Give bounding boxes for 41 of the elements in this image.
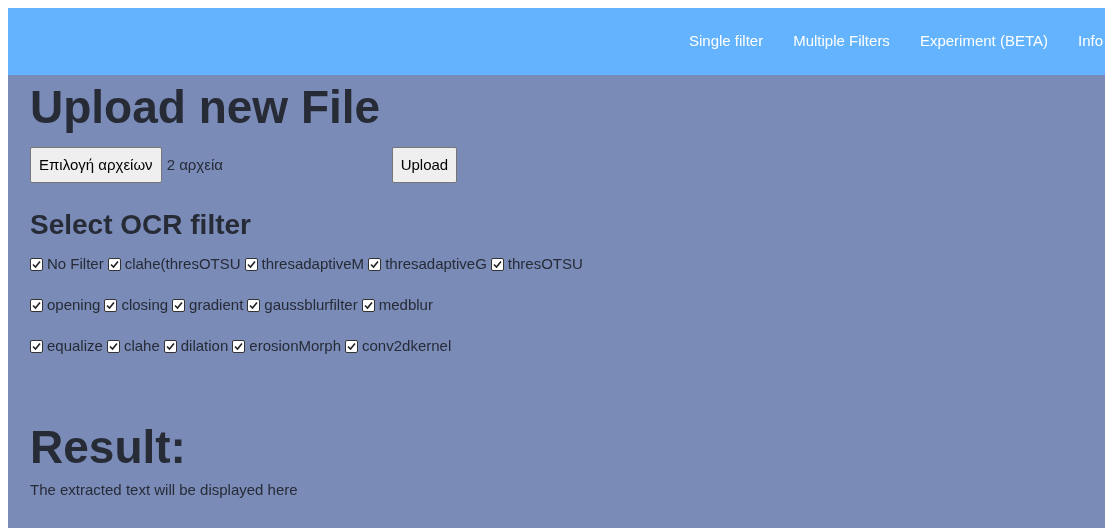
file-status: 2 αρχεία: [166, 154, 224, 175]
filter-label: thresOTSU: [507, 253, 583, 274]
checkbox[interactable]: [247, 298, 261, 312]
checkbox[interactable]: [361, 298, 375, 312]
nav-link[interactable]: Experiment (BETA): [917, 30, 1050, 53]
checkbox[interactable]: [172, 298, 186, 312]
checkbox[interactable]: [244, 257, 258, 271]
nav-link[interactable]: Single filter: [687, 30, 766, 53]
checkbox[interactable]: [30, 257, 43, 271]
checkbox[interactable]: [368, 257, 382, 271]
nav-link[interactable]: Info: [1075, 30, 1105, 53]
checkbox[interactable]: [106, 339, 120, 353]
checkbox[interactable]: [30, 298, 43, 312]
result-text: The extracted text will be displayed here: [30, 480, 298, 500]
checkbox[interactable]: [30, 339, 43, 353]
checkbox[interactable]: [232, 339, 246, 353]
checkbox[interactable]: [490, 257, 504, 271]
result-heading: Result:: [30, 421, 186, 473]
checkbox[interactable]: [345, 339, 358, 353]
filter-label: gradient: [189, 294, 244, 315]
checkbox[interactable]: [104, 298, 118, 312]
filter-label: No Filter: [47, 253, 104, 274]
filter-label: medblur: [378, 294, 433, 315]
section-heading: Select OCR filter: [30, 209, 251, 241]
filter-label: opening: [47, 294, 101, 315]
filter-label: erosionMorph: [249, 335, 341, 356]
filter-label: conv2dkernel: [362, 335, 452, 356]
checkbox[interactable]: [163, 339, 177, 353]
nav-link[interactable]: Multiple Filters: [791, 30, 892, 53]
choose-files-button[interactable]: Επιλογή αρχείων: [30, 147, 162, 183]
filter-label: clahe(thresOTSU: [124, 253, 241, 274]
filter-label: gaussblurfilter: [264, 294, 358, 315]
filter-label: equalize: [47, 335, 103, 356]
upload-button[interactable]: Upload: [391, 147, 458, 183]
filter-label: thresadaptiveM: [261, 253, 365, 274]
filter-label: thresadaptiveG: [385, 253, 487, 274]
filter-label: dilation: [180, 335, 229, 356]
filter-label: closing: [121, 294, 169, 315]
page-heading: Upload new File: [30, 81, 381, 133]
checkbox[interactable]: [107, 257, 121, 271]
filter-label: clahe: [123, 335, 160, 356]
